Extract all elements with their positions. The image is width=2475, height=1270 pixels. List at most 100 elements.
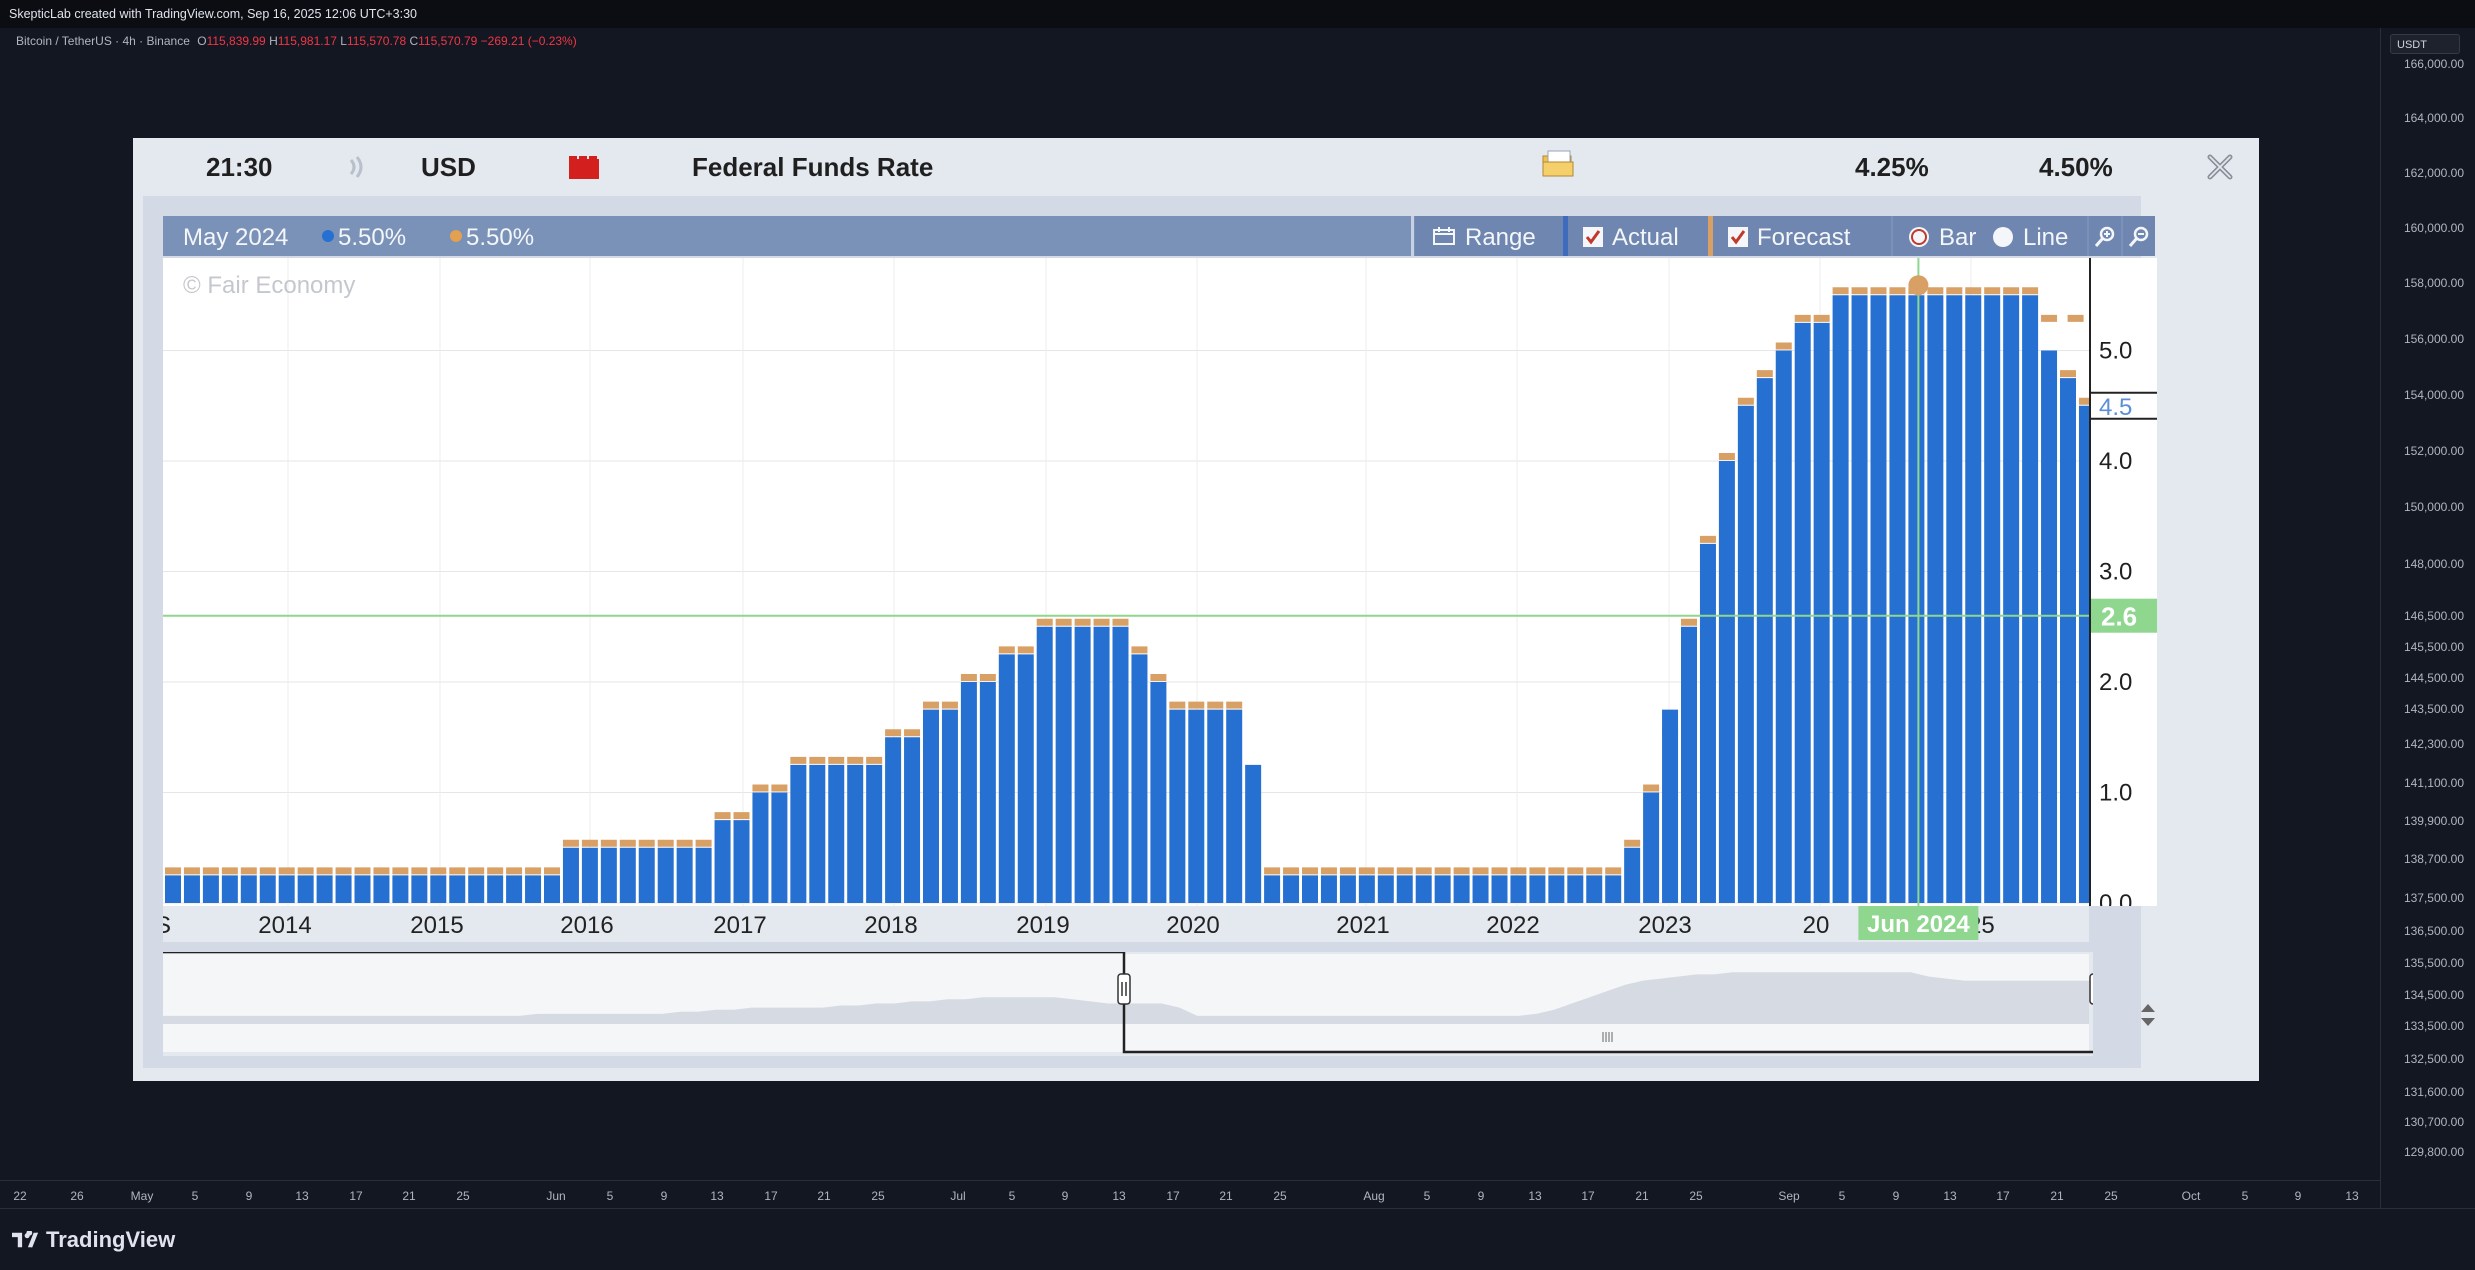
symbol-info: Bitcoin / TetherUS · 4h · Binance O115,8…: [16, 34, 577, 48]
detail-folder-icon[interactable]: [1540, 148, 1576, 180]
actual-bar: [638, 847, 655, 903]
brand-name: TradingView: [46, 1227, 176, 1252]
line-radio[interactable]: Line: [1987, 216, 2087, 256]
forecast-toggle[interactable]: Forecast: [1713, 216, 1891, 256]
symbol-name: Bitcoin / TetherUS · 4h · Binance: [16, 34, 190, 48]
forecast-bar: [923, 701, 939, 709]
forecast-bar: [240, 867, 257, 875]
forecast-bar: [2078, 397, 2089, 405]
actual-toggle[interactable]: Actual: [1568, 216, 1708, 256]
tradingview-logo[interactable]: TradingView: [12, 1227, 175, 1253]
actual-bar: [581, 847, 598, 903]
currency-badge[interactable]: USDT: [2390, 34, 2460, 54]
forecast-bar: [904, 729, 921, 737]
forecast-bar: [1093, 618, 1110, 626]
time-tick: 9: [2294, 1189, 2302, 1203]
actual-bar: [1055, 626, 1072, 903]
event-title[interactable]: Federal Funds Rate: [692, 152, 933, 183]
price-tick: 162,000.00: [2403, 166, 2464, 180]
forecast-bar: [1832, 287, 1849, 295]
price-axis[interactable]: 166,000.00 164,000.00 162,000.00 160,000.00…: [2380, 28, 2475, 1208]
actual-bar: [1775, 350, 1792, 903]
forecast-bar: [562, 839, 579, 847]
time-tick: 5: [606, 1189, 614, 1203]
time-tick: 21: [402, 1189, 416, 1203]
close-icon[interactable]: [2203, 150, 2237, 184]
actual-bar: [202, 875, 219, 903]
time-tick: 5: [2241, 1189, 2249, 1203]
event-time: 21:30: [206, 152, 273, 182]
forecast-bar: [1775, 342, 1792, 350]
time-tick: 17: [1996, 1189, 2010, 1203]
forecast-bar: [1718, 453, 1735, 460]
forecast-bar: [885, 729, 902, 737]
zoom-out-button[interactable]: [2123, 216, 2155, 256]
x-tick-label: 2019: [1016, 912, 1069, 939]
forecast-bar: [1737, 397, 1754, 405]
forecast-bar: [695, 839, 712, 847]
price-tick: 160,000.00: [2403, 221, 2464, 235]
time-tick: 13: [1943, 1189, 1957, 1203]
actual-bar: [1643, 792, 1660, 903]
price-tick: 148,000.00: [2403, 557, 2464, 571]
forecast-bar: [1112, 618, 1129, 626]
range-button[interactable]: Range: [1415, 216, 1563, 256]
resize-arrows-icon[interactable]: [2137, 1002, 2159, 1028]
bar-radio[interactable]: Bar: [1893, 216, 1987, 256]
hover-marker: [1908, 275, 1929, 296]
price-tick: 134,500.00: [2403, 988, 2464, 1002]
actual-bar: [430, 875, 447, 903]
actual-bar: [1908, 295, 1925, 903]
actual-bar: [904, 737, 921, 903]
forecast-bar: [449, 867, 466, 875]
forecast-bar: [1302, 867, 1318, 875]
x-tick-label: 2015: [410, 912, 463, 939]
forecast-bar: [1605, 867, 1622, 875]
zoom-in-button[interactable]: [2089, 216, 2121, 256]
actual-bar: [1548, 875, 1565, 903]
plot-area[interactable]: © Fair Economy: [163, 258, 2089, 906]
time-tick: Jun: [546, 1189, 566, 1203]
actual-bar: [676, 847, 693, 903]
actual-bar: [1207, 709, 1224, 903]
x-tick-label: 2020: [1166, 912, 1219, 939]
forecast-bar: [1851, 287, 1868, 295]
actual-bar: [165, 875, 181, 903]
actual-bar: [1245, 764, 1262, 903]
forecast-bar: [487, 867, 504, 875]
forecast-bar: [1226, 701, 1243, 709]
forecast-bar: [1889, 287, 1906, 295]
price-tick: 152,000.00: [2403, 444, 2464, 458]
forecast-bar: [297, 867, 314, 875]
time-tick: 25: [2104, 1189, 2118, 1203]
price-tick: 146,500.00: [2403, 609, 2464, 623]
forecast-bar: [506, 867, 523, 875]
forecast-bar: [278, 867, 295, 875]
actual-bar: [449, 875, 466, 903]
actual-bar: [657, 847, 674, 903]
forecast-bar: [714, 812, 731, 820]
price-tick: 129,800.00: [2403, 1145, 2464, 1159]
forecast-bar: [468, 867, 485, 875]
forecast-bar: [2067, 314, 2084, 322]
crosshair-date-label: Jun 2024: [1867, 911, 1970, 938]
time-tick: 13: [2345, 1189, 2359, 1203]
time-axis[interactable]: 22 26 May 5 9 13 17 21 25 Jun 5 9 13 17 21 25 Jul 5 9 13 17 2…: [0, 1180, 2380, 1209]
forecast-bar: [1699, 535, 1716, 543]
forecast-bar: [1207, 701, 1224, 709]
x-tick-label: 20: [1803, 912, 1830, 939]
forecast-bar: [392, 867, 409, 875]
time-tick: 21: [1635, 1189, 1649, 1203]
actual-bar: [885, 737, 902, 903]
event-currency: USD: [421, 152, 476, 182]
actual-bar: [1434, 875, 1451, 903]
price-tick: 141,100.00: [2403, 776, 2464, 790]
time-tick: May: [130, 1189, 154, 1203]
credit-text: SkepticLab created with TradingView.com,…: [9, 7, 418, 21]
crosshair-value-label: 2.6: [2101, 602, 2137, 632]
range-navigator[interactable]: [163, 950, 2155, 1056]
price-tick: 145,500.00: [2403, 640, 2464, 654]
actual-bar: [506, 875, 523, 903]
actual-bar: [979, 682, 996, 903]
forecast-bar: [1927, 287, 1944, 295]
